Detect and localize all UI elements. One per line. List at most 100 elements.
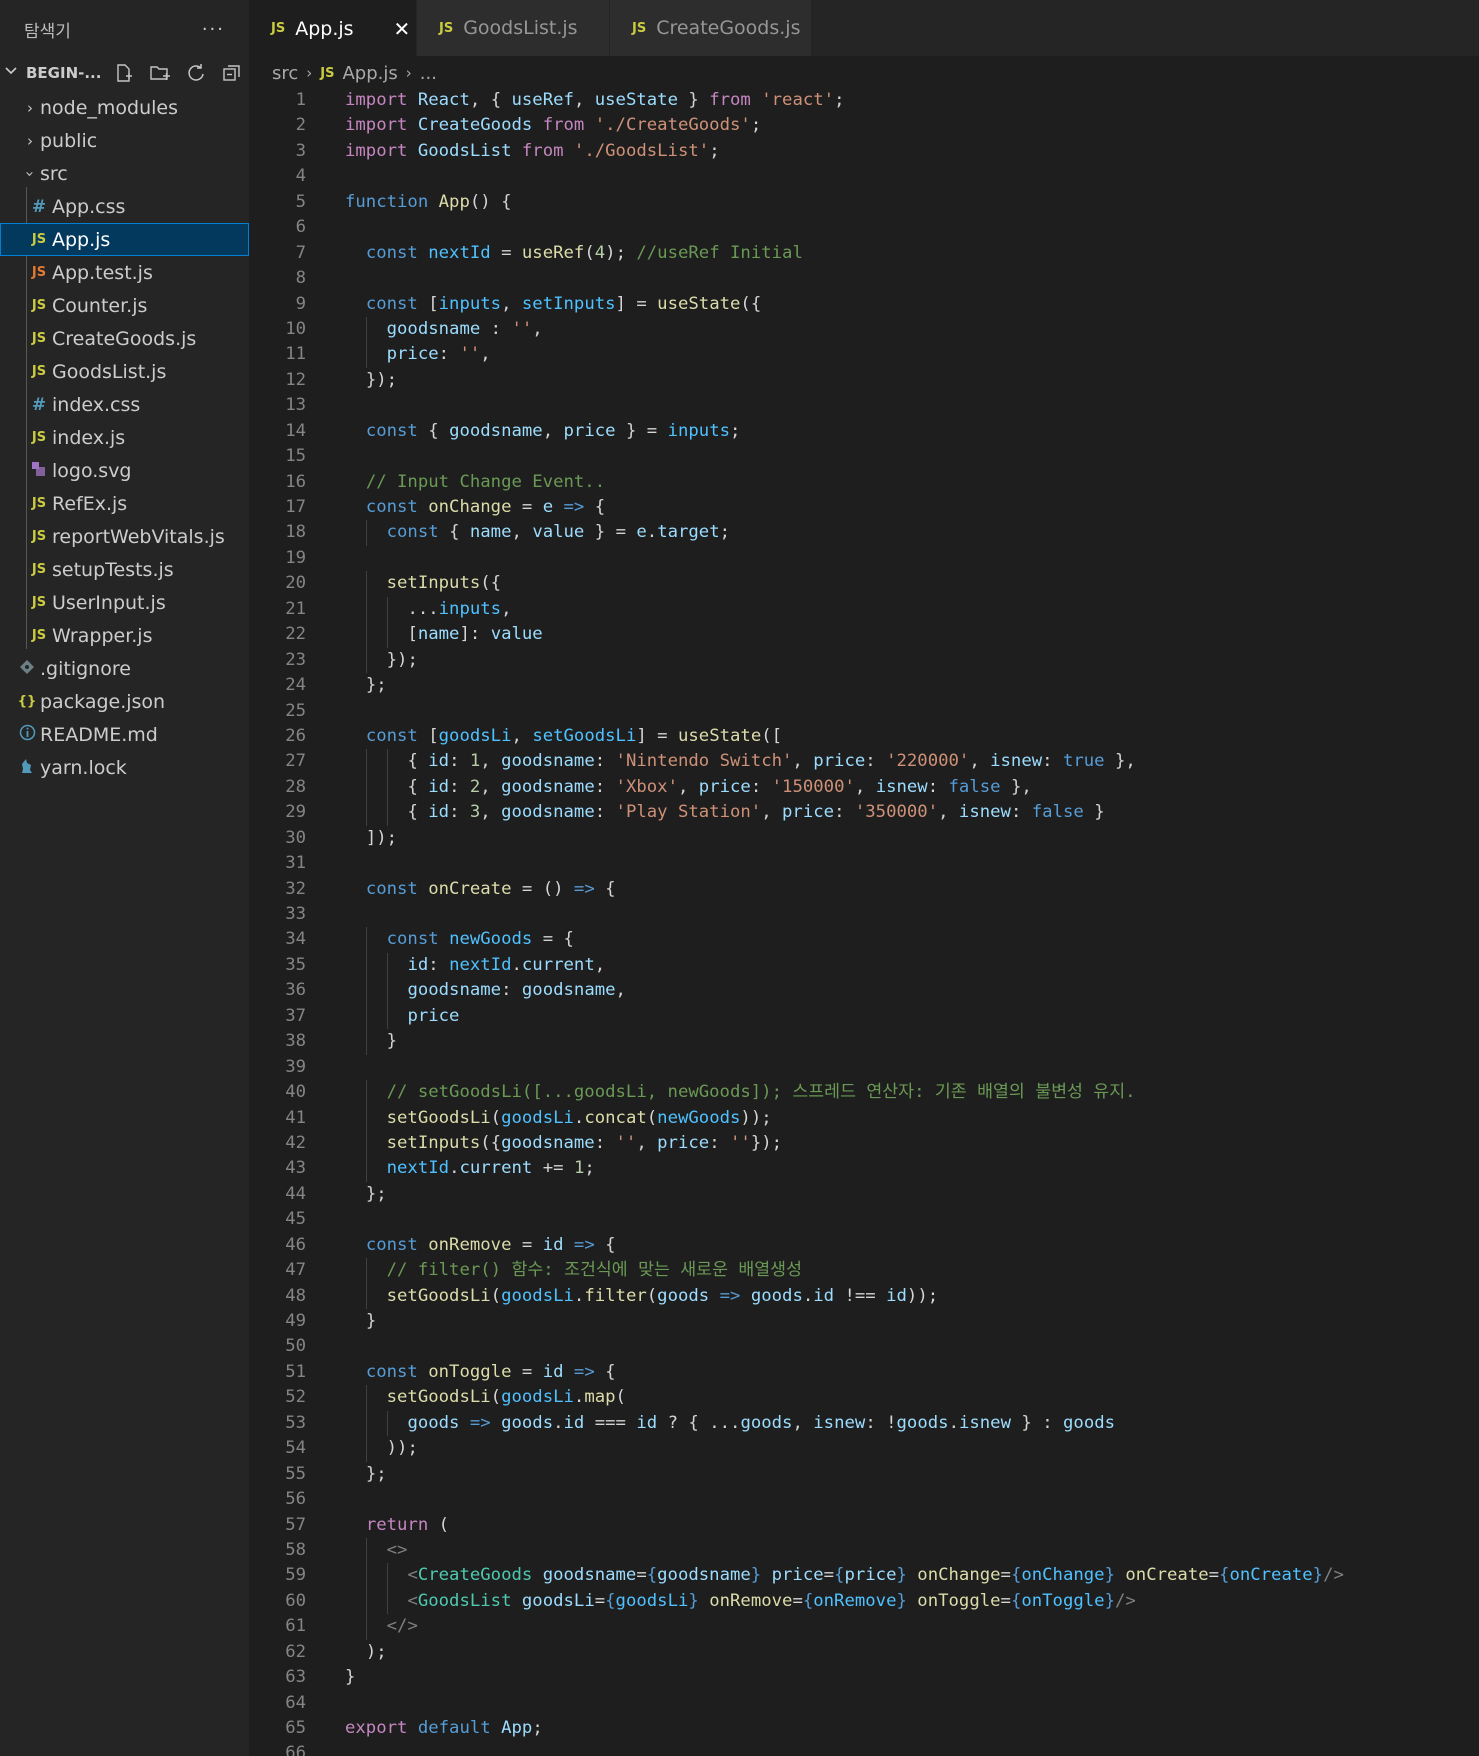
code-line[interactable]: 52 setGoodsLi(goodsLi.map( [249, 1385, 1479, 1411]
tree-item-yarn-lock[interactable]: yarn.lock [0, 751, 249, 784]
code-line[interactable]: 37 price [249, 1003, 1479, 1030]
code-line[interactable]: 41 setGoodsLi(goodsLi.concat(newGoods)); [249, 1105, 1479, 1131]
code-line[interactable]: 30 ]); [249, 826, 1479, 851]
tree-item-index-js[interactable]: JS index.js [0, 421, 249, 454]
code-line[interactable]: 28 { id: 2, goodsname: 'Xbox', price: '1… [249, 774, 1479, 801]
code-line[interactable]: 58 <> [249, 1537, 1479, 1564]
more-actions-icon[interactable]: ··· [202, 19, 225, 40]
code-line[interactable]: 7 const nextId = useRef(4); //useRef Ini… [249, 241, 1479, 266]
tree-item-creategoods-js[interactable]: JS CreateGoods.js [0, 322, 249, 355]
code-line[interactable]: 47 // filter() 함수: 조건식에 맞는 새로운 배열생성 [249, 1258, 1479, 1284]
code-line[interactable]: 50 [249, 1334, 1479, 1359]
code-line[interactable]: 20 setInputs({ [249, 571, 1479, 597]
code-line[interactable]: 53 goods => goods.id === id ? { ...goods… [249, 1410, 1479, 1437]
tree-item-gitignore[interactable]: .gitignore [0, 652, 249, 685]
code-line[interactable]: 35 id: nextId.current, [249, 952, 1479, 979]
tab-app-js[interactable]: JS App.js ✕ [249, 0, 417, 56]
code-line[interactable]: 24 }; [249, 673, 1479, 698]
code-line[interactable]: 32 const onCreate = () => { [249, 877, 1479, 902]
breadcrumb-folder[interactable]: src [272, 63, 298, 84]
code-line[interactable]: 10 goodsname : '', [249, 316, 1479, 343]
code-line[interactable]: 13 [249, 393, 1479, 418]
code-line[interactable]: 56 [249, 1487, 1479, 1512]
code-line[interactable]: 61 </> [249, 1614, 1479, 1640]
code-line[interactable]: 66 [249, 1741, 1479, 1756]
tree-item-app-css[interactable]: # App.css [0, 190, 249, 223]
tree-item-readme-md[interactable]: README.md [0, 718, 249, 751]
code-line[interactable]: 36 goodsname: goodsname, [249, 978, 1479, 1004]
breadcrumb-file[interactable]: App.js [342, 63, 397, 84]
project-root[interactable]: BEGIN-... [0, 58, 249, 88]
code-line[interactable]: 6 [249, 215, 1479, 240]
code-line[interactable]: 21 ...inputs, [249, 596, 1479, 623]
code-line[interactable]: 1 import React, { useRef, useState } from… [249, 88, 1479, 113]
code-line[interactable]: 33 [249, 902, 1479, 927]
code-line[interactable]: 26 const [goodsLi, setGoodsLi] = useStat… [249, 724, 1479, 749]
tab-creategoods-js[interactable]: JS CreateGoods.js [610, 0, 812, 56]
refresh-icon[interactable] [185, 62, 207, 84]
tree-item-app-test-js[interactable]: JS App.test.js [0, 256, 249, 289]
code-line[interactable]: 54 )); [249, 1436, 1479, 1462]
code-line[interactable]: 4 [249, 164, 1479, 189]
tree-item-wrapper-js[interactable]: JS Wrapper.js [0, 619, 249, 652]
code-line[interactable]: 64 [249, 1691, 1479, 1716]
collapse-all-icon[interactable] [221, 62, 243, 84]
code-line[interactable]: 22 [name]: value [249, 622, 1479, 648]
code-line[interactable]: 31 [249, 851, 1479, 876]
code-line[interactable]: 23 }); [249, 647, 1479, 674]
tree-item-logo-svg[interactable]: logo.svg [0, 454, 249, 487]
code-line[interactable]: 16 // Input Change Event.. [249, 470, 1479, 495]
code-editor[interactable]: 1 import React, { useRef, useState } from… [249, 88, 1479, 1756]
code-line[interactable]: 27 { id: 1, goodsname: 'Nintendo Switch'… [249, 749, 1479, 775]
code-line[interactable]: 19 [249, 546, 1479, 571]
code-line[interactable]: 51 const onToggle = id => { [249, 1360, 1479, 1385]
code-line[interactable]: 45 [249, 1207, 1479, 1232]
code-line[interactable]: 17 const onChange = e => { [249, 495, 1479, 520]
code-line[interactable]: 8 [249, 266, 1479, 291]
tree-item-userinput-js[interactable]: JS UserInput.js [0, 586, 249, 619]
code-line[interactable]: 15 [249, 444, 1479, 469]
code-line[interactable]: 44 }; [249, 1182, 1479, 1207]
tree-item-app-js[interactable]: JS App.js [0, 223, 249, 256]
code-line[interactable]: 40 // setGoodsLi([...goodsLi, newGoods])… [249, 1080, 1479, 1106]
code-line[interactable]: 25 [249, 699, 1479, 724]
code-line[interactable]: 2 import CreateGoods from './CreateGoods'… [249, 113, 1479, 138]
code-line[interactable]: 59 <CreateGoods goodsname={goodsname} pr… [249, 1563, 1479, 1589]
code-line[interactable]: 63} [249, 1665, 1479, 1690]
code-line[interactable]: 62 ); [249, 1640, 1479, 1665]
tree-item-setuptests-js[interactable]: JS setupTests.js [0, 553, 249, 586]
code-line[interactable]: 55 }; [249, 1462, 1479, 1487]
code-line[interactable]: 5 function App() { [249, 190, 1479, 215]
code-line[interactable]: 11 price: '', [249, 342, 1479, 368]
code-line[interactable]: 48 setGoodsLi(goodsLi.filter(goods => go… [249, 1283, 1479, 1309]
code-line[interactable]: 3 import GoodsList from './GoodsList'; [249, 139, 1479, 164]
tree-item-counter-js[interactable]: JS Counter.js [0, 289, 249, 322]
tree-item-public[interactable]: › public [0, 124, 249, 157]
close-icon[interactable]: ✕ [394, 17, 411, 41]
code-line[interactable]: 39 [249, 1055, 1479, 1080]
code-line[interactable]: 49 } [249, 1309, 1479, 1334]
code-line[interactable]: 43 nextId.current += 1; [249, 1156, 1479, 1182]
code-line[interactable]: 29 { id: 3, goodsname: 'Play Station', p… [249, 800, 1479, 826]
code-line[interactable]: 14 const { goodsname, price } = inputs; [249, 419, 1479, 444]
new-folder-icon[interactable] [149, 62, 171, 84]
code-line[interactable]: 34 const newGoods = { [249, 927, 1479, 953]
tree-item-package-json[interactable]: {} package.json [0, 685, 249, 718]
tree-item-index-css[interactable]: # index.css [0, 388, 249, 421]
breadcrumb-more[interactable]: ... [420, 63, 437, 84]
tree-item-src[interactable]: › src [0, 157, 249, 190]
code-line[interactable]: 60 <GoodsList goodsLi={goodsLi} onRemove… [249, 1588, 1479, 1615]
tree-item-goodslist-js[interactable]: JS GoodsList.js [0, 355, 249, 388]
code-line[interactable]: 9 const [inputs, setInputs] = useState({ [249, 292, 1479, 317]
code-line[interactable]: 38 } [249, 1029, 1479, 1055]
code-line[interactable]: 57 return ( [249, 1513, 1479, 1538]
new-file-icon[interactable] [113, 62, 135, 84]
tree-item-node-modules[interactable]: › node_modules [0, 91, 249, 124]
code-line[interactable]: 18 const { name, value } = e.target; [249, 520, 1479, 546]
code-line[interactable]: 65 export default App; [249, 1716, 1479, 1741]
tab-goodslist-js[interactable]: JS GoodsList.js [417, 0, 610, 56]
code-line[interactable]: 46 const onRemove = id => { [249, 1233, 1479, 1258]
tree-item-reportwebvitals-js[interactable]: JS reportWebVitals.js [0, 520, 249, 553]
tree-item-refex-js[interactable]: JS RefEx.js [0, 487, 249, 520]
code-line[interactable]: 12 }); [249, 368, 1479, 393]
